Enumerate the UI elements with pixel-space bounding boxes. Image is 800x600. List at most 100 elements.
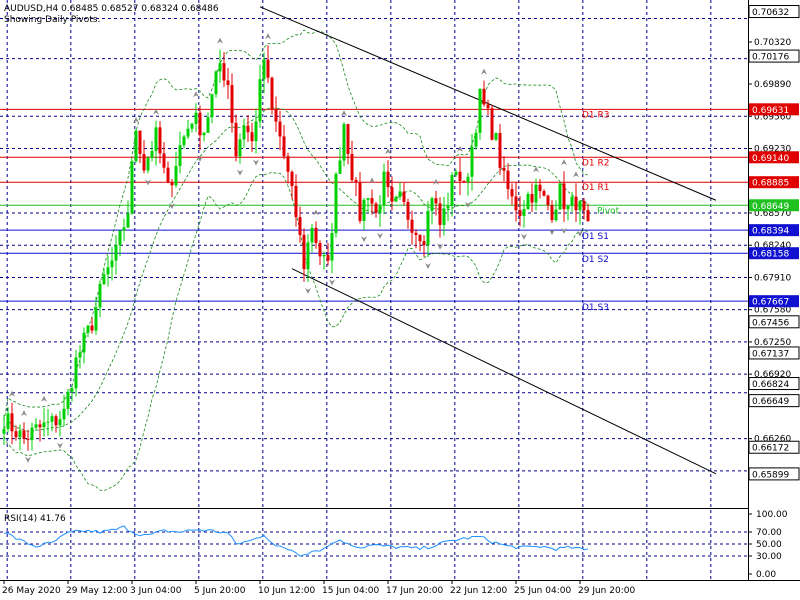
candle-body <box>166 167 170 183</box>
candle-body <box>74 357 78 389</box>
fractal-down-marker <box>425 262 431 269</box>
candle-body <box>110 260 114 268</box>
candle-body <box>274 109 278 122</box>
candle-body <box>310 227 314 243</box>
candle-body <box>210 94 214 118</box>
pivot-levels: D1 R3 D1 R2 D1 R1 Pivot D1 S1 D1 S2 D1 S3 <box>0 108 748 313</box>
candle-body <box>170 182 174 186</box>
candle-body <box>118 230 122 246</box>
candle-body <box>50 416 54 422</box>
candle-body <box>58 419 62 426</box>
candle-body <box>150 150 154 158</box>
candle-body <box>442 208 446 225</box>
candle-body <box>54 416 58 426</box>
candle-body <box>138 130 142 155</box>
price-tick-label: 0.67250 <box>754 338 791 348</box>
time-tick-label: 26 May 2020 <box>2 586 61 596</box>
pivot-label: D1 R3 <box>582 110 610 120</box>
candle-body <box>542 191 546 196</box>
candle-body <box>410 219 414 233</box>
candle-body <box>218 63 222 72</box>
candle-body <box>270 77 274 110</box>
price-tag-label: 0.66649 <box>752 397 789 407</box>
candle-body <box>494 133 498 140</box>
time-tick-label: 25 Jun 04:00 <box>514 586 571 596</box>
candle-body <box>186 128 190 137</box>
candle-body <box>426 210 430 246</box>
candle-body <box>334 173 338 234</box>
candle-body <box>370 198 374 204</box>
time-tick-label: 17 Jun 20:00 <box>386 586 443 596</box>
candle-body <box>322 254 326 257</box>
candle-body <box>254 121 258 142</box>
candle-body <box>298 217 302 235</box>
candle-body <box>194 112 198 124</box>
rsi-line <box>4 525 589 557</box>
fractal-down-marker <box>361 236 367 243</box>
fractal-down-marker <box>437 243 443 250</box>
price-tick-label: 0.70320 <box>754 38 791 48</box>
candle-body <box>546 195 550 206</box>
price-tick-label: 0.67910 <box>754 273 791 283</box>
time-tick-label: 10 Jun 12:00 <box>258 586 315 596</box>
candle-body <box>438 203 442 225</box>
candle-body <box>478 88 482 133</box>
candle-body <box>390 187 394 202</box>
time-tick-label: 3 Jun 04:00 <box>130 586 182 596</box>
candle-body <box>258 79 262 122</box>
fractal-down-marker <box>237 169 243 176</box>
candle-body <box>522 208 526 216</box>
candle-body <box>126 213 130 228</box>
candle-body <box>490 108 494 140</box>
candle-body <box>42 422 46 428</box>
price-tag-label: 0.68885 <box>752 179 789 189</box>
candle-body <box>402 191 406 202</box>
price-tag-label: 0.67667 <box>752 298 789 308</box>
candle-body <box>530 194 534 203</box>
candle-body <box>558 183 562 210</box>
fractal-down-marker <box>253 159 259 166</box>
candle-body <box>474 132 478 147</box>
candle-body <box>454 171 458 175</box>
candle-body <box>94 307 98 331</box>
candle-body <box>574 196 578 211</box>
rsi-tick-label: 70.00 <box>756 528 782 538</box>
candle-body <box>302 234 306 270</box>
candle-body <box>78 352 82 358</box>
candle-body <box>414 232 418 235</box>
candle-body <box>114 245 118 261</box>
fractal-markers <box>9 33 583 463</box>
candle-body <box>214 71 218 95</box>
price-tag-label: 0.65899 <box>752 470 789 480</box>
rsi-panel: 100.00 70.00 50.00 30.00 0.00 <box>0 510 788 580</box>
fractal-down-marker <box>521 233 527 240</box>
candle-body <box>582 200 586 211</box>
candle-body <box>206 117 210 133</box>
candle-body <box>66 391 70 409</box>
candle-body <box>190 123 194 129</box>
fractal-up-marker <box>533 166 539 173</box>
candle-body <box>182 136 186 146</box>
candle-body <box>290 171 294 186</box>
price-tag-label: 0.70176 <box>752 53 789 63</box>
time-tick-label: 22 Jun 12:00 <box>450 586 507 596</box>
candle-body <box>26 438 30 441</box>
candle-body <box>318 242 322 257</box>
candle-body <box>146 157 150 171</box>
candle-body <box>562 183 566 210</box>
candle-body <box>154 127 158 151</box>
candle-body <box>506 170 510 190</box>
candle-body <box>198 112 202 136</box>
candle-body <box>350 153 354 181</box>
candle-body <box>174 166 178 186</box>
fractal-up-marker <box>193 91 199 98</box>
candle-body <box>526 194 530 209</box>
candle-body <box>534 184 538 203</box>
price-candles <box>2 45 590 451</box>
candle-body <box>98 283 102 308</box>
fractal-down-marker <box>305 287 311 294</box>
price-tag-label: 0.66172 <box>752 444 789 454</box>
pivot-label: D1 R1 <box>582 183 610 193</box>
candle-body <box>338 160 342 174</box>
candle-body <box>86 325 90 333</box>
